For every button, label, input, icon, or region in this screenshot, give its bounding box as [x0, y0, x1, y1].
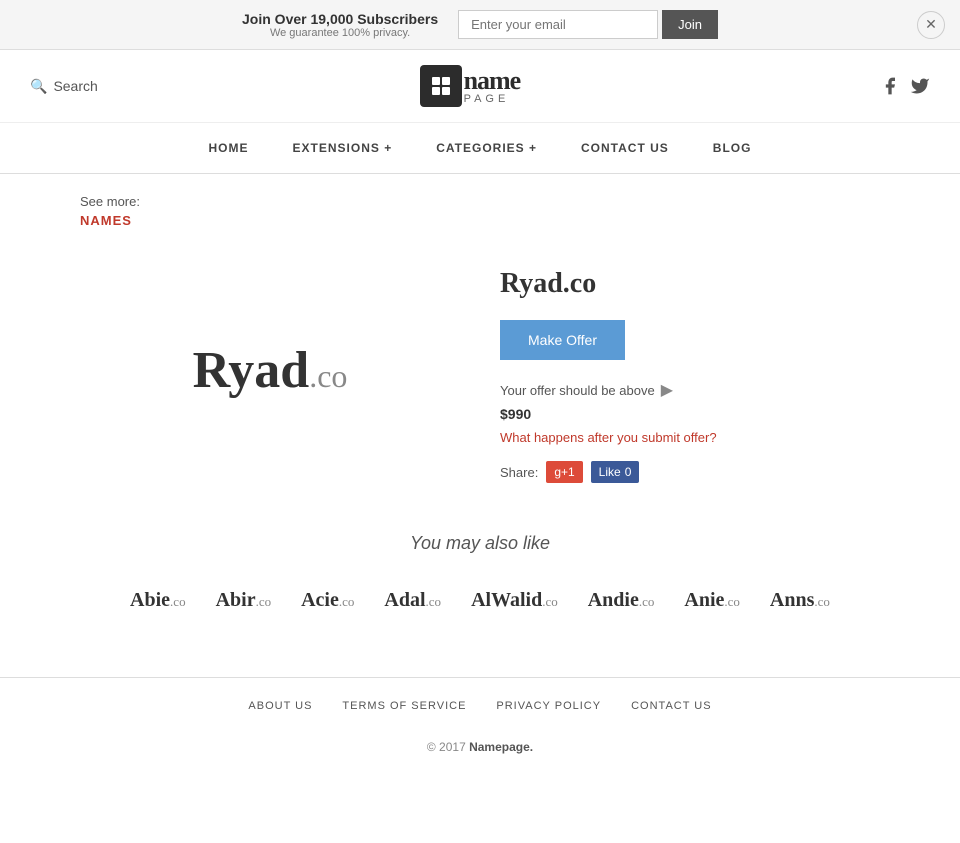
- social-links: : [842, 72, 930, 100]
- footer-link[interactable]: CONTACT US: [631, 700, 712, 712]
- search-icon: 🔍: [30, 78, 47, 95]
- domain-title: Ryad.co: [500, 268, 880, 300]
- also-like-item[interactable]: AlWalid.co: [461, 584, 568, 617]
- domain-preview-text: Ryad.co: [193, 341, 348, 400]
- search-area[interactable]: 🔍 Search: [30, 78, 98, 95]
- domain-info: Ryad.co Make Offer Your offer should be …: [500, 258, 880, 483]
- offer-note: Your offer should be above ▶: [500, 380, 880, 400]
- join-button[interactable]: Join: [662, 10, 718, 39]
- footer-copy-year: © 2017: [427, 740, 466, 754]
- also-like-item[interactable]: Anns.co: [760, 584, 840, 617]
- main-content: Ryad.co Ryad.co Make Offer Your offer sh…: [0, 238, 960, 523]
- footer-copy: © 2017 Namepage.: [0, 730, 960, 784]
- fb-like-button[interactable]: Like 0: [591, 461, 640, 483]
- banner-subtext: We guarantee 100% privacy.: [242, 27, 438, 39]
- offer-price: $990: [500, 406, 880, 422]
- nav-extensions[interactable]: EXTENSIONS +: [271, 123, 415, 173]
- domain-preview: Ryad.co: [80, 258, 460, 483]
- also-like-name: Anns: [770, 589, 814, 611]
- domain-tld-large: .co: [309, 358, 347, 394]
- also-like-title: You may also like: [80, 533, 880, 554]
- gplus-button[interactable]: g+1: [546, 461, 582, 483]
- footer-links: ABOUT US TERMS OF SERVICE PRIVACY POLICY CO…: [0, 678, 960, 730]
- footer-link[interactable]: PRIVACY POLICY: [496, 700, 601, 712]
- also-like-tld: .co: [542, 594, 558, 609]
- nav-categories[interactable]: CATEGORIES +: [414, 123, 559, 173]
- offer-link[interactable]: What happens after you submit offer?: [500, 430, 880, 445]
- close-banner-button[interactable]: ✕: [917, 11, 945, 39]
- banner-headline: Join Over 19,000 Subscribers: [242, 11, 438, 27]
- also-like-item[interactable]: Abie.co: [120, 584, 196, 617]
- nav-contact[interactable]: CONTACT US: [559, 123, 691, 173]
- breadcrumb-link[interactable]: NAMES: [80, 213, 880, 228]
- main-nav: HOME EXTENSIONS + CATEGORIES + CONTACT U…: [0, 123, 960, 174]
- header: 🔍 Search name PAGE : [0, 50, 960, 123]
- also-like-tld: .co: [339, 594, 355, 609]
- facebook-icon[interactable]: : [842, 72, 870, 100]
- also-like-tld: .co: [639, 594, 655, 609]
- also-like-tld: .co: [170, 594, 186, 609]
- make-offer-button[interactable]: Make Offer: [500, 320, 625, 360]
- logo-wordmark: name PAGE: [464, 68, 521, 105]
- fb-count: 0: [625, 465, 632, 479]
- email-input[interactable]: [458, 10, 658, 39]
- also-like-item[interactable]: Anie.co: [674, 584, 750, 617]
- also-like-item[interactable]: Andie.co: [578, 584, 665, 617]
- also-like-tld: .co: [724, 594, 740, 609]
- also-like-item[interactable]: Acie.co: [291, 584, 364, 617]
- logo-icon: [420, 65, 462, 107]
- see-more-label: See more:: [80, 194, 140, 209]
- share-label: Share:: [500, 465, 538, 480]
- also-like-item[interactable]: Adal.co: [374, 584, 451, 617]
- gplus-label: g+1: [554, 465, 574, 479]
- search-label: Search: [53, 78, 97, 94]
- top-banner: Join Over 19,000 Subscribers We guarante…: [0, 0, 960, 50]
- twitter-icon-svg[interactable]: [910, 76, 930, 96]
- site-logo[interactable]: name PAGE: [420, 65, 521, 107]
- also-like-name: Abir: [216, 589, 256, 611]
- logo-page-text: PAGE: [464, 94, 521, 105]
- also-like-name: Anie: [684, 589, 724, 611]
- also-like-tld: .co: [814, 594, 830, 609]
- share-row: Share: g+1 Like 0: [500, 461, 880, 483]
- also-like-tld: .co: [256, 594, 272, 609]
- logo-name-text: name: [464, 68, 521, 94]
- also-like-section: You may also like Abie.coAbir.coAcie.coA…: [0, 523, 960, 657]
- also-like-item[interactable]: Abir.co: [206, 584, 282, 617]
- also-like-tld: .co: [426, 594, 442, 609]
- footer-link[interactable]: ABOUT US: [248, 700, 312, 712]
- also-like-grid: Abie.coAbir.coAcie.coAdal.coAlWalid.coAn…: [80, 584, 880, 617]
- domain-name-large: Ryad: [193, 342, 310, 399]
- also-like-name: Acie: [301, 589, 339, 611]
- also-like-name: Adal: [384, 589, 425, 611]
- breadcrumb: See more: NAMES: [0, 174, 960, 238]
- offer-arrow-icon: ▶: [661, 380, 673, 400]
- nav-home[interactable]: HOME: [187, 123, 271, 173]
- footer-link[interactable]: TERMS OF SERVICE: [342, 700, 466, 712]
- facebook-icon-svg[interactable]: [880, 76, 900, 96]
- banner-text: Join Over 19,000 Subscribers We guarante…: [242, 11, 438, 39]
- nav-blog[interactable]: BLOG: [691, 123, 774, 173]
- also-like-name: AlWalid: [471, 589, 542, 611]
- fb-like-label: Like: [599, 465, 621, 479]
- also-like-name: Andie: [588, 589, 639, 611]
- offer-note-text: Your offer should be above: [500, 383, 655, 398]
- footer-brand[interactable]: Namepage.: [469, 740, 533, 754]
- also-like-name: Abie: [130, 589, 170, 611]
